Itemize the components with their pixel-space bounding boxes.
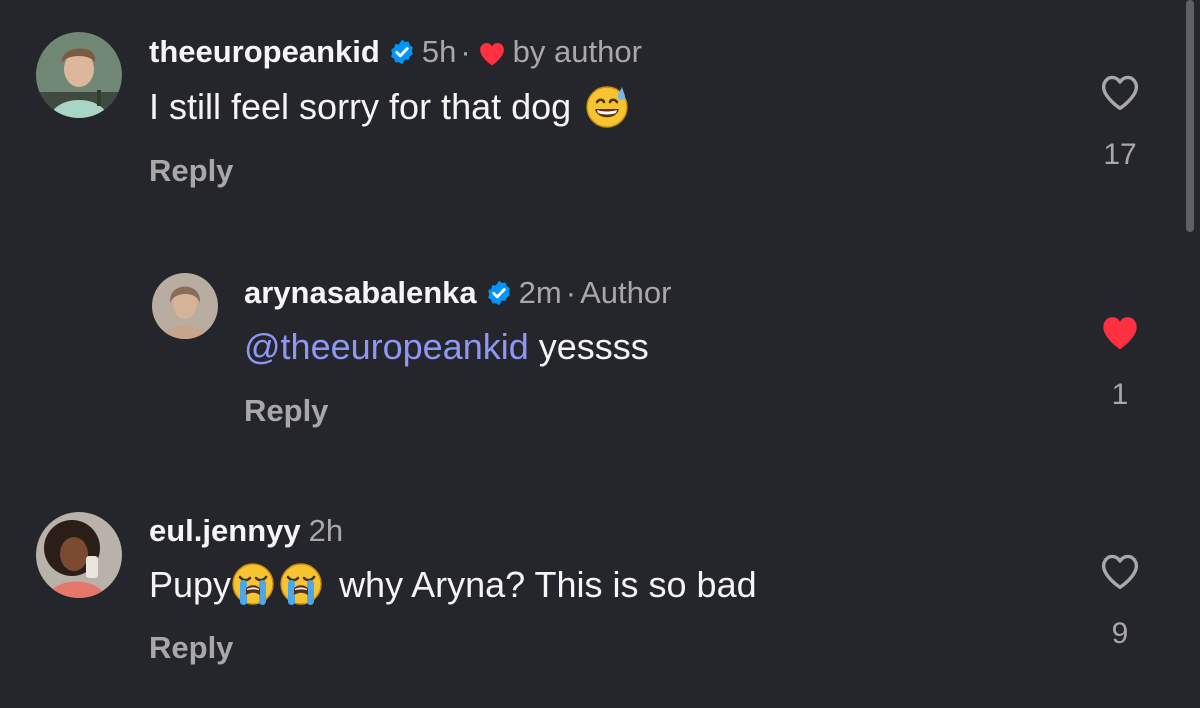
comment-meta: theeuropeankid 5h · by author [149, 34, 642, 75]
liked-by-author-heart-icon [477, 39, 507, 75]
verified-badge-icon [485, 279, 513, 315]
like-count: 1 [1111, 378, 1129, 411]
loudly-crying-emoji-icon [231, 562, 275, 615]
separator: · [565, 275, 577, 310]
separator: · [460, 34, 471, 69]
username[interactable]: eul.jennyy [149, 513, 301, 548]
comment-text: Pupy why Aryna? This is so bad [149, 562, 757, 615]
heart-outline-icon[interactable] [1096, 551, 1144, 591]
reply-button[interactable]: Reply [244, 393, 328, 429]
avatar[interactable] [36, 512, 122, 598]
comment-meta: arynasabalenka 2m · Author [244, 275, 671, 315]
grinning-sweat-emoji-icon [585, 84, 629, 137]
like-button[interactable]: 1 [1096, 312, 1144, 412]
username[interactable]: arynasabalenka [244, 275, 477, 310]
comment-body: yessss [538, 326, 649, 367]
avatar[interactable] [152, 273, 218, 339]
mention-link[interactable]: @theeuropeankid [244, 326, 529, 367]
reply-button[interactable]: Reply [149, 630, 233, 666]
username[interactable]: theeuropeankid [149, 34, 380, 69]
comment-body: I still feel sorry for that dog [149, 86, 572, 127]
like-button[interactable]: 17 [1096, 72, 1144, 172]
loudly-crying-emoji-icon [279, 562, 323, 615]
heart-outline-icon[interactable] [1096, 72, 1144, 112]
timestamp: 5h [421, 34, 457, 69]
heart-filled-icon[interactable] [1096, 312, 1144, 352]
comment-body-start: Pupy [149, 564, 232, 605]
scrollbar[interactable] [1186, 0, 1194, 232]
comment-text: I still feel sorry for that dog [149, 84, 629, 137]
timestamp: 2h [308, 513, 344, 548]
comment-body: why Aryna? This is so bad [339, 564, 757, 605]
like-count: 17 [1103, 138, 1137, 171]
like-button[interactable]: 9 [1096, 551, 1144, 651]
comment-text: @theeuropeankid yessss [244, 326, 649, 368]
like-count: 9 [1111, 617, 1129, 650]
author-label: Author [580, 275, 672, 310]
by-author-label: by author [512, 34, 642, 69]
comment-meta: eul.jennyy 2h [149, 513, 343, 549]
verified-badge-icon [388, 38, 416, 74]
avatar[interactable] [36, 32, 122, 118]
comments-screen: { "comments": [ { "username": "theeurope… [0, 0, 1200, 708]
timestamp: 2m [518, 275, 562, 310]
reply-button[interactable]: Reply [149, 153, 233, 189]
